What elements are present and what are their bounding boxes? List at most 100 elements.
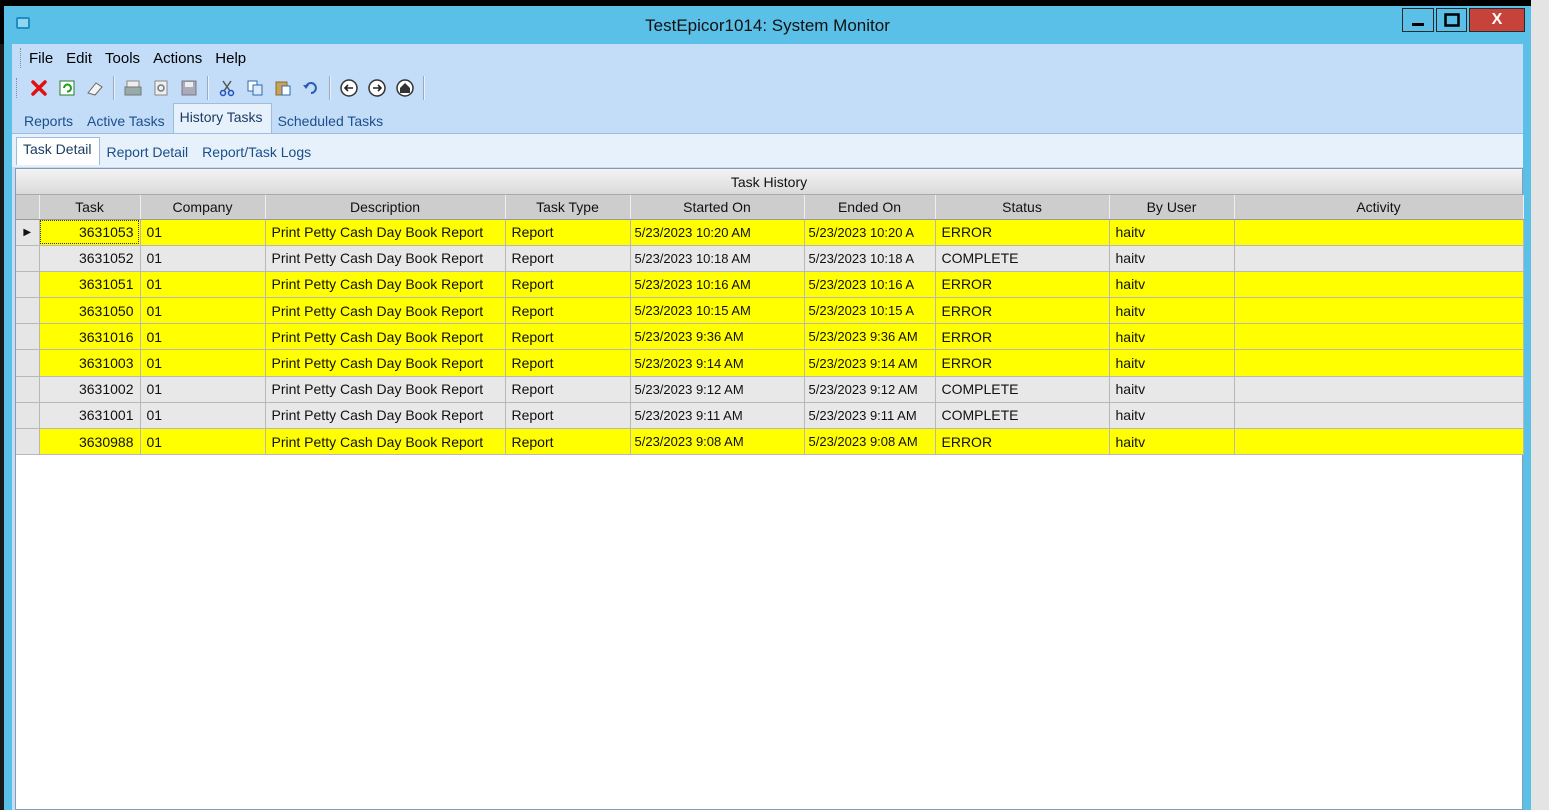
- cell-by-user[interactable]: haitv: [1109, 245, 1235, 272]
- forward-icon[interactable]: [363, 75, 391, 101]
- cell-activity[interactable]: [1234, 245, 1524, 272]
- column-header-company[interactable]: Company: [140, 195, 266, 220]
- cell-task-type[interactable]: Report: [505, 402, 631, 430]
- cell-status[interactable]: ERROR: [935, 297, 1110, 325]
- cell-status[interactable]: ERROR: [935, 349, 1110, 377]
- cell-task[interactable]: 3631050: [39, 297, 141, 325]
- cell-task-type[interactable]: Report: [505, 219, 631, 246]
- row-selector[interactable]: [16, 376, 40, 403]
- cell-task-type[interactable]: Report: [505, 428, 631, 456]
- cell-by-user[interactable]: haitv: [1109, 376, 1235, 403]
- cell-status[interactable]: COMPLETE: [935, 402, 1110, 430]
- undo-icon[interactable]: [297, 75, 325, 101]
- cell-ended-on[interactable]: 5/23/2023 9:14 AM: [804, 349, 936, 377]
- cell-company[interactable]: 01: [140, 376, 266, 403]
- cell-status[interactable]: ERROR: [935, 428, 1110, 456]
- column-header-description[interactable]: Description: [265, 195, 506, 220]
- cell-description[interactable]: Print Petty Cash Day Book Report: [265, 349, 506, 377]
- cell-status[interactable]: ERROR: [935, 219, 1110, 246]
- tab-report-detail[interactable]: Report Detail: [100, 137, 196, 165]
- row-selector[interactable]: [16, 323, 40, 351]
- cell-company[interactable]: 01: [140, 245, 266, 272]
- table-row[interactable]: 3631002 01 Print Petty Cash Day Book Repor…: [16, 376, 1524, 403]
- cell-task-type[interactable]: Report: [505, 297, 631, 325]
- save-icon[interactable]: [175, 75, 203, 101]
- cell-started-on[interactable]: 5/23/2023 9:08 AM: [630, 428, 805, 456]
- cell-activity[interactable]: [1234, 297, 1524, 325]
- cell-by-user[interactable]: haitv: [1109, 271, 1235, 299]
- title-bar[interactable]: TestEpicor1014: System Monitor X: [4, 6, 1531, 44]
- cell-status[interactable]: COMPLETE: [935, 376, 1110, 403]
- cell-description[interactable]: Print Petty Cash Day Book Report: [265, 402, 506, 430]
- menu-actions[interactable]: Actions: [153, 50, 202, 67]
- cell-activity[interactable]: [1234, 219, 1524, 246]
- cell-description[interactable]: Print Petty Cash Day Book Report: [265, 428, 506, 456]
- cell-company[interactable]: 01: [140, 349, 266, 377]
- column-header-task[interactable]: Task: [39, 195, 141, 220]
- cell-company[interactable]: 01: [140, 428, 266, 456]
- tab-report-task-logs[interactable]: Report/Task Logs: [196, 137, 319, 165]
- cell-started-on[interactable]: 5/23/2023 10:20 AM: [630, 219, 805, 246]
- cell-status[interactable]: ERROR: [935, 271, 1110, 299]
- column-header-by-user[interactable]: By User: [1109, 195, 1235, 220]
- cell-task[interactable]: 3631002: [39, 376, 141, 403]
- cell-company[interactable]: 01: [140, 219, 266, 246]
- cell-by-user[interactable]: haitv: [1109, 297, 1235, 325]
- menu-help[interactable]: Help: [215, 50, 246, 67]
- cell-activity[interactable]: [1234, 349, 1524, 377]
- row-selector[interactable]: [16, 402, 40, 430]
- cell-activity[interactable]: [1234, 402, 1524, 430]
- cell-description[interactable]: Print Petty Cash Day Book Report: [265, 323, 506, 351]
- table-row[interactable]: 3630988 01 Print Petty Cash Day Book Repor…: [16, 428, 1524, 456]
- row-selector[interactable]: [16, 428, 40, 456]
- cell-activity[interactable]: [1234, 323, 1524, 351]
- cell-company[interactable]: 01: [140, 271, 266, 299]
- cell-started-on[interactable]: 5/23/2023 9:12 AM: [630, 376, 805, 403]
- print-icon[interactable]: [119, 75, 147, 101]
- copy-icon[interactable]: [241, 75, 269, 101]
- tab-scheduled-tasks[interactable]: Scheduled Tasks: [272, 107, 392, 133]
- cell-task[interactable]: 3631052: [39, 245, 141, 272]
- cell-started-on[interactable]: 5/23/2023 10:15 AM: [630, 297, 805, 325]
- cell-ended-on[interactable]: 5/23/2023 10:18 A: [804, 245, 936, 272]
- cell-activity[interactable]: [1234, 271, 1524, 299]
- cell-task[interactable]: 3631016: [39, 323, 141, 351]
- delete-icon[interactable]: [25, 75, 53, 101]
- cell-ended-on[interactable]: 5/23/2023 9:36 AM: [804, 323, 936, 351]
- cell-task[interactable]: 3631001: [39, 402, 141, 430]
- cell-started-on[interactable]: 5/23/2023 10:16 AM: [630, 271, 805, 299]
- cell-by-user[interactable]: haitv: [1109, 323, 1235, 351]
- row-selector[interactable]: ▶: [16, 219, 40, 246]
- menu-file[interactable]: File: [29, 50, 53, 67]
- cell-description[interactable]: Print Petty Cash Day Book Report: [265, 245, 506, 272]
- menu-edit[interactable]: Edit: [66, 50, 92, 67]
- cut-icon[interactable]: [213, 75, 241, 101]
- cell-ended-on[interactable]: 5/23/2023 9:11 AM: [804, 402, 936, 430]
- table-row[interactable]: 3631001 01 Print Petty Cash Day Book Repor…: [16, 402, 1524, 430]
- column-header-status[interactable]: Status: [935, 195, 1110, 220]
- cell-ended-on[interactable]: 5/23/2023 9:12 AM: [804, 376, 936, 403]
- cell-ended-on[interactable]: 5/23/2023 10:15 A: [804, 297, 936, 325]
- cell-task-type[interactable]: Report: [505, 271, 631, 299]
- cell-task[interactable]: 3631053: [39, 219, 141, 246]
- cell-started-on[interactable]: 5/23/2023 9:14 AM: [630, 349, 805, 377]
- cell-by-user[interactable]: haitv: [1109, 219, 1235, 246]
- cell-task-type[interactable]: Report: [505, 376, 631, 403]
- menu-tools[interactable]: Tools: [105, 50, 140, 67]
- table-row[interactable]: 3631016 01 Print Petty Cash Day Book Repor…: [16, 323, 1524, 351]
- cell-description[interactable]: Print Petty Cash Day Book Report: [265, 271, 506, 299]
- cell-task[interactable]: 3630988: [39, 428, 141, 456]
- clear-icon[interactable]: [81, 75, 109, 101]
- column-header-task-type[interactable]: Task Type: [505, 195, 631, 220]
- cell-description[interactable]: Print Petty Cash Day Book Report: [265, 376, 506, 403]
- column-header-ended-on[interactable]: Ended On: [804, 195, 936, 220]
- row-selector[interactable]: [16, 349, 40, 377]
- tab-task-detail[interactable]: Task Detail: [16, 137, 101, 165]
- minimize-button[interactable]: [1402, 8, 1434, 32]
- cell-task-type[interactable]: Report: [505, 349, 631, 377]
- tab-active-tasks[interactable]: Active Tasks: [81, 107, 173, 133]
- back-icon[interactable]: [335, 75, 363, 101]
- cell-company[interactable]: 01: [140, 323, 266, 351]
- cell-task[interactable]: 3631003: [39, 349, 141, 377]
- table-row[interactable]: 3631051 01 Print Petty Cash Day Book Repor…: [16, 271, 1524, 299]
